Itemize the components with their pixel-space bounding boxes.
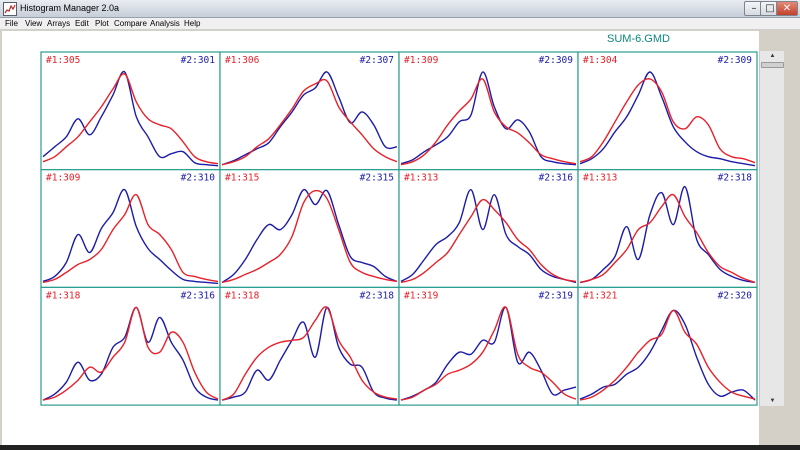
panel-frame xyxy=(40,51,221,171)
panel-frame xyxy=(40,169,221,288)
panel-frame xyxy=(577,169,758,288)
window-bottom-edge xyxy=(0,445,800,450)
series-1-label: #1:313 xyxy=(404,173,438,184)
panel-frame xyxy=(398,286,579,406)
panel-frame xyxy=(398,169,579,288)
series-1-label: #1:313 xyxy=(583,173,617,184)
panel-frame xyxy=(219,286,400,406)
histogram-panel[interactable]: #1:313 #2:318 xyxy=(577,169,758,288)
series-2-label: #2:307 xyxy=(360,55,394,66)
panel-frame xyxy=(219,169,400,288)
series-2-label: #2:316 xyxy=(181,290,216,301)
histogram-panel[interactable]: #1:306 #2:307 xyxy=(219,51,400,171)
histogram-panel[interactable]: #1:304 #2:309 xyxy=(577,51,758,171)
scroll-thumb[interactable] xyxy=(761,62,784,68)
panel-frame xyxy=(398,51,579,171)
series-2-label: #2:318 xyxy=(718,173,753,184)
series-2-label: #2:319 xyxy=(539,290,574,301)
series-1-label: #1:318 xyxy=(46,290,81,301)
series-2-label: #2:310 xyxy=(181,173,216,184)
histogram-panel[interactable]: #1:313 #2:316 xyxy=(398,169,579,288)
series-2-label: #2:309 xyxy=(539,55,574,66)
series-2-label: #2:309 xyxy=(718,55,753,66)
series-2-label: #2:301 xyxy=(181,55,216,66)
series-1-label: #1:315 xyxy=(225,173,259,184)
histogram-panel[interactable]: #1:318 #2:316 xyxy=(40,286,221,406)
app-window: Histogram Manager 2.0a – □ ✕ File View A… xyxy=(0,0,800,450)
series-1-label: #1:309 xyxy=(46,173,81,184)
histogram-panel[interactable]: #1:318 #2:318 xyxy=(219,286,400,406)
histogram-panel[interactable]: #1:309 #2:309 xyxy=(398,51,579,171)
histogram-panel[interactable]: #1:315 #2:315 xyxy=(219,169,400,288)
histogram-grid: #1:305 #2:301 #1:306 #2:307 #1:309 #2:309 #1:3… xyxy=(40,51,758,406)
series-1-label: #1:321 xyxy=(583,290,618,301)
series-1-label: #1:306 xyxy=(225,55,260,66)
series-2-label: #2:316 xyxy=(539,173,574,184)
panel-frame xyxy=(40,286,221,406)
histogram-panel[interactable]: #1:309 #2:310 xyxy=(40,169,221,288)
histogram-panel[interactable]: #1:321 #2:320 xyxy=(577,286,758,406)
scroll-down-arrow-icon[interactable]: ▼ xyxy=(760,396,785,406)
series-2-label: #2:315 xyxy=(360,173,394,184)
series-1-label: #1:309 xyxy=(404,55,439,66)
vertical-scrollbar[interactable]: ▲ ▼ xyxy=(759,51,784,406)
histogram-panel[interactable]: #1:305 #2:301 xyxy=(40,51,221,171)
series-1-label: #1:304 xyxy=(583,55,618,66)
series-2-label: #2:318 xyxy=(360,290,395,301)
series-1-label: #1:305 xyxy=(46,55,80,66)
series-1-label: #1:319 xyxy=(404,290,439,301)
series-2-label: #2:320 xyxy=(718,290,753,301)
panel-frame xyxy=(219,51,400,171)
panel-frame xyxy=(577,286,758,406)
series-1-label: #1:318 xyxy=(225,290,260,301)
histogram-panel[interactable]: #1:319 #2:319 xyxy=(398,286,579,406)
scroll-up-arrow-icon[interactable]: ▲ xyxy=(760,51,785,61)
